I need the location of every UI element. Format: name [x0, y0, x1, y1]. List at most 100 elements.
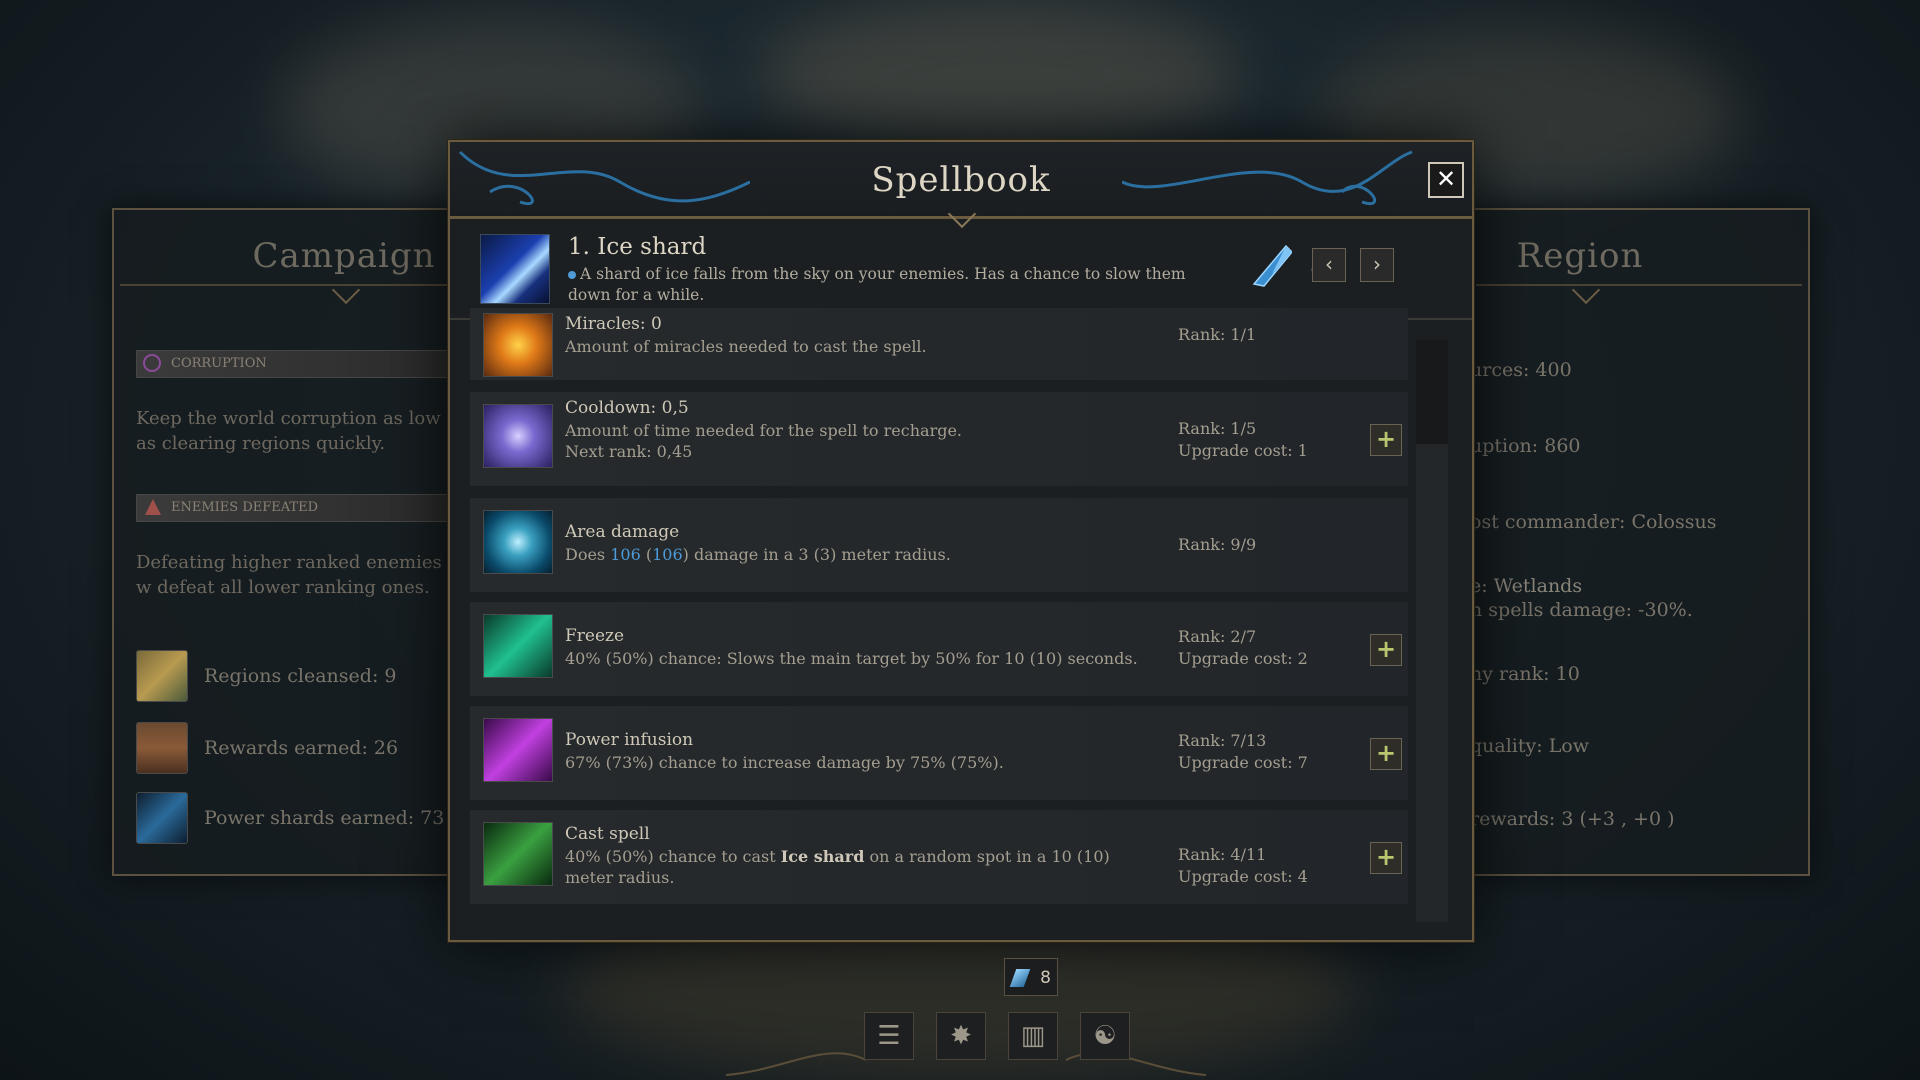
upgrade-title: Power infusion	[565, 730, 694, 750]
damage-next-value: 106	[652, 545, 683, 564]
upgrade-cost: Upgrade cost: 1	[1178, 441, 1308, 460]
upgrade-rank: Rank: 1/5 Upgrade cost: 1	[1178, 418, 1308, 462]
modal-header: Spellbook ✕	[450, 142, 1472, 229]
upgrade-rank-text: Rank: 4/11	[1178, 845, 1267, 864]
stat-label: Regions cleansed: 9	[204, 665, 397, 687]
desc-part: Does	[565, 545, 611, 564]
enemies-label-text: ENEMIES DEFEATED	[171, 500, 319, 515]
power-shard-icon	[1009, 969, 1031, 987]
enemies-description: Defeating higher ranked enemies w defeat…	[136, 552, 442, 598]
region-corruption: uption: 860	[1470, 435, 1581, 457]
freeze-chevrons-icon	[483, 614, 553, 678]
upgrade-next-rank: Next rank: 0,45	[565, 442, 693, 461]
upgrade-rank-text: Rank: 1/5	[1178, 419, 1257, 438]
treasure-chest-icon	[136, 722, 188, 774]
upgrade-plus-button[interactable]: +	[1370, 634, 1402, 666]
modal-title: Spellbook	[871, 160, 1051, 200]
corruption-label: CORRUPTION	[136, 350, 462, 378]
stat-power-shards: Power shards earned: 73	[136, 792, 444, 844]
upgrade-row-cast-spell: Cast spell 40% (50%) chance to cast Ice …	[470, 810, 1408, 904]
spell-reference: Ice shard	[780, 847, 865, 866]
chevron-down-icon	[947, 199, 977, 229]
power-shard-icon	[136, 792, 188, 844]
lightning-infusion-icon	[483, 718, 553, 782]
upgrade-rank-text: Rank: 7/13	[1178, 731, 1267, 750]
upgrade-description: Amount of time needed for the spell to r…	[565, 420, 1145, 462]
scrollbar[interactable]	[1416, 340, 1448, 922]
upgrade-plus-button[interactable]: +	[1370, 738, 1402, 770]
desc-part: (	[640, 545, 653, 564]
stat-label: Rewards earned: 26	[204, 737, 399, 759]
upgrade-plus-button[interactable]: +	[1370, 424, 1402, 456]
upgrade-row-cooldown: Cooldown: 0,5 Amount of time needed for …	[470, 392, 1408, 486]
region-commander: ost commander: Colossus	[1470, 511, 1717, 533]
upgrade-row-power-infusion: Power infusion 67% (73%) chance to incre…	[470, 706, 1408, 800]
spell-header: 1. Ice shard A shard of ice falls from t…	[480, 234, 1452, 312]
upgrade-description: 40% (50%) chance to cast Ice shard on a …	[565, 846, 1145, 888]
scrollbar-thumb[interactable]	[1416, 444, 1448, 922]
background-cloud	[760, 0, 1240, 150]
bottom-shard-counter: 8	[1004, 958, 1058, 996]
region-title: Region	[1516, 236, 1644, 276]
spell-description: A shard of ice falls from the sky on you…	[568, 264, 1208, 306]
shard-count: 8	[1040, 968, 1051, 988]
campaign-panel: Campaign CORRUPTION Keep the world corru…	[112, 208, 462, 876]
upgrade-cost: Upgrade cost: 7	[1178, 753, 1308, 772]
upgrade-rank-text: Rank: 2/7	[1178, 627, 1257, 646]
bullet-icon	[568, 271, 576, 279]
cooldown-orb-icon	[483, 404, 553, 468]
spellbook-modal: Spellbook ✕ 1. Ice shard A shard of ice …	[448, 140, 1474, 942]
spell-name: 1. Ice shard	[568, 234, 707, 260]
spell-description-text: A shard of ice falls from the sky on you…	[568, 265, 1186, 304]
region-type: e: Wetlands	[1470, 575, 1583, 597]
upgrade-description: Does 106 (106) damage in a 3 (3) meter r…	[565, 544, 1145, 565]
region-panel: Region	[1468, 208, 1810, 876]
upgrade-title: Cast spell	[565, 824, 650, 844]
upgrade-plus-button[interactable]: +	[1370, 842, 1402, 874]
campaign-divider	[120, 284, 448, 286]
upgrade-row-miracles: Miracles: 0 Amount of miracles needed to…	[470, 308, 1408, 380]
chevron-down-icon	[1571, 275, 1601, 305]
previous-spell-button[interactable]: ‹	[1312, 248, 1346, 282]
close-button[interactable]: ✕	[1428, 162, 1464, 198]
upgrade-title: Miracles: 0	[565, 314, 662, 334]
region-resources: urces: 400	[1470, 359, 1572, 381]
miracles-button[interactable]: ✸	[936, 1012, 986, 1060]
corruption-icon	[143, 354, 161, 372]
upgrade-title: Area damage	[565, 522, 680, 542]
casting-hand-icon	[483, 822, 553, 886]
region-spell-modifier: n spells damage: -30%.	[1470, 599, 1693, 621]
enemies-defeated-label: ENEMIES DEFEATED	[136, 494, 462, 522]
upgrade-rank: Rank: 9/9	[1178, 535, 1257, 554]
upgrade-rank: Rank: 2/7 Upgrade cost: 2	[1178, 626, 1308, 670]
balance-button[interactable]: ☯	[1080, 1012, 1130, 1060]
upgrade-title: Freeze	[565, 626, 625, 646]
ice-shard-icon	[480, 234, 550, 304]
upgrade-row-freeze: Freeze 40% (50%) chance: Slows the main …	[470, 602, 1408, 696]
stat-label: Power shards earned: 73	[204, 807, 445, 829]
upgrade-row-area-damage: Area damage Does 106 (106) damage in a 3…	[470, 498, 1408, 592]
region-rewards: rewards: 3 (+3 , +0 )	[1470, 808, 1675, 830]
stat-regions-cleansed: Regions cleansed: 9	[136, 650, 396, 702]
upgrade-description: Amount of miracles needed to cast the sp…	[565, 337, 927, 356]
corruption-label-text: CORRUPTION	[171, 356, 267, 371]
upgrade-cost: Upgrade cost: 4	[1178, 867, 1308, 886]
menu-button[interactable]: ☰	[864, 1012, 914, 1060]
upgrade-rank: Rank: 4/11 Upgrade cost: 4	[1178, 844, 1308, 888]
region-divider	[1476, 284, 1802, 286]
desc-part: 40% (50%) chance to cast	[565, 847, 781, 866]
upgrade-title: Cooldown: 0,5	[565, 398, 689, 418]
upgrade-description: 67% (73%) chance to increase damage by 7…	[565, 753, 1004, 772]
next-spell-button[interactable]: ›	[1360, 248, 1394, 282]
upgrade-cost: Upgrade cost: 2	[1178, 649, 1308, 668]
spellbook-button[interactable]: ▥	[1008, 1012, 1058, 1060]
upgrade-description-text: Amount of time needed for the spell to r…	[565, 421, 963, 440]
stat-rewards-earned: Rewards earned: 26	[136, 722, 398, 774]
upgrade-rank: Rank: 7/13 Upgrade cost: 7	[1178, 730, 1308, 774]
corruption-description: Keep the world corruption as low as clea…	[136, 408, 441, 454]
desc-part: ) damage in a 3 (3) meter radius.	[682, 545, 951, 564]
power-shard-icon	[1252, 244, 1292, 287]
enemies-icon	[145, 499, 161, 515]
damage-value: 106	[610, 545, 641, 564]
vortex-icon	[483, 510, 553, 574]
